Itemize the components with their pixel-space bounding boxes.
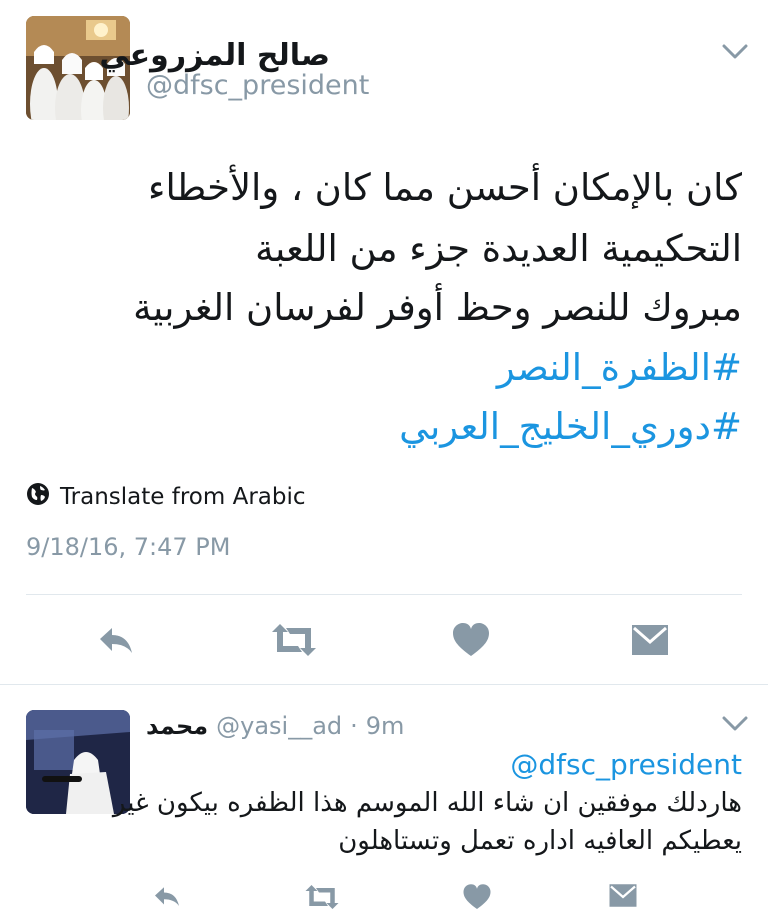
chevron-down-icon[interactable] <box>722 716 748 732</box>
separator-dot: · <box>350 712 358 740</box>
retweet-icon[interactable] <box>270 620 318 660</box>
tweet-text-line: كان بالإمكان أحسن مما كان ، والأخطاء <box>148 166 742 209</box>
hashtag-link[interactable]: #دوري_الخليج_العربي <box>399 405 742 448</box>
globe-icon <box>26 482 50 512</box>
reply-text-line: هاردلك موفقين ان شاء الله الموسم هذا الظ… <box>112 788 742 818</box>
translate-link[interactable]: Translate from Arabic <box>26 482 306 512</box>
divider <box>0 684 768 685</box>
mention-link[interactable]: @dfsc_president <box>510 748 742 781</box>
translate-label: Translate from Arabic <box>60 484 306 510</box>
hashtag-link[interactable]: #الظفرة_النصر <box>497 346 742 389</box>
reply-display-name[interactable]: محمد <box>146 712 208 740</box>
message-icon[interactable] <box>606 882 640 912</box>
divider <box>26 594 742 595</box>
like-icon[interactable] <box>460 882 494 912</box>
tweet-text-line: التحكيمية العديدة جزء من اللعبة <box>255 227 742 270</box>
chevron-down-icon[interactable] <box>722 44 748 60</box>
reply-handle[interactable]: @yasi__ad <box>216 712 342 740</box>
message-icon[interactable] <box>630 622 670 662</box>
author-handle[interactable]: @dfsc_president <box>146 70 369 101</box>
author-display-name[interactable]: صالح المزروعي <box>99 38 330 73</box>
reply-text-line: يعطيكم العافيه اداره تعمل وتستاهلون <box>338 826 742 856</box>
reply-icon[interactable] <box>96 621 136 661</box>
tweet-timestamp: 9/18/16, 7:47 PM <box>26 533 231 561</box>
reply-icon[interactable] <box>150 882 184 912</box>
like-icon[interactable] <box>451 620 491 660</box>
reply-header: محمد @yasi__ad · 9m <box>146 710 404 742</box>
tweet-text-line: مبروك للنصر وحظ أوفر لفرسان الغربية <box>133 286 742 329</box>
reply-time: 9m <box>365 712 405 740</box>
retweet-icon[interactable] <box>302 882 342 912</box>
